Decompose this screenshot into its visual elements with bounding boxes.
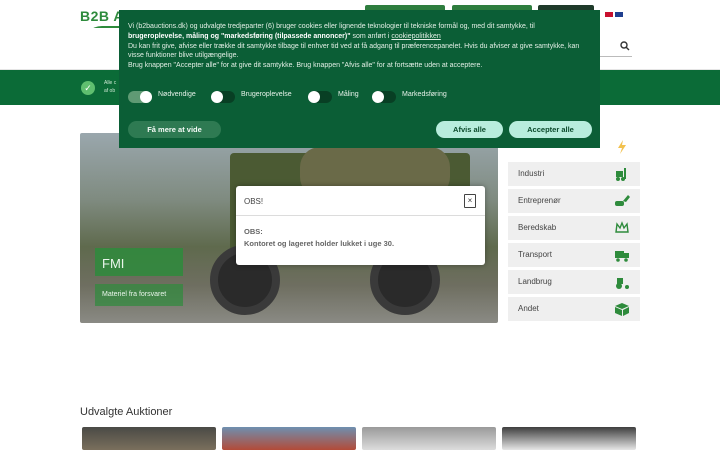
notice-modal: OBS! × OBS: Kontoret og lageret holder l…	[236, 186, 485, 265]
hero-title: FMI	[102, 256, 125, 271]
toggle-switch-user-experience[interactable]	[211, 91, 235, 103]
auction-thumbnail[interactable]	[222, 427, 356, 450]
reject-all-button[interactable]: Afvis alle	[436, 121, 503, 138]
search-icon[interactable]	[620, 41, 630, 51]
toggle-switch-marketing[interactable]	[372, 91, 396, 103]
cookie-toggles: Nødvendige Brugeroplevelse Måling Marked…	[128, 90, 588, 106]
site-logo[interactable]: B2B A	[80, 8, 124, 24]
category-item-entreprenor[interactable]: Entreprenør	[508, 189, 640, 213]
dk-flag-icon[interactable]	[605, 11, 613, 17]
learn-more-button[interactable]: Få mere at vide	[128, 121, 221, 138]
check-icon: ✓	[81, 81, 95, 95]
category-item-industri[interactable]: Industri	[508, 162, 640, 186]
modal-header: OBS! ×	[236, 186, 485, 216]
gb-flag-icon[interactable]	[615, 11, 623, 17]
auction-thumbnail[interactable]	[362, 427, 496, 450]
auction-thumbnail[interactable]	[82, 427, 216, 450]
truck-icon	[615, 251, 629, 262]
cookie-consent-banner: Vi (b2bauctions.dk) og udvalgte tredjepa…	[119, 10, 600, 148]
accept-all-button[interactable]: Accepter alle	[509, 121, 592, 138]
forklift-icon	[616, 168, 626, 181]
category-item-beredskab[interactable]: Beredskab	[508, 216, 640, 240]
category-item-landbrug[interactable]: Landbrug	[508, 270, 640, 294]
modal-body-message: Kontoret og lageret holder lukket i uge …	[244, 239, 395, 248]
bolt-icon	[618, 140, 626, 154]
section-title: Udvalgte Auktioner	[80, 406, 173, 418]
toggle-switch-measurement[interactable]	[308, 91, 332, 103]
category-list: Industri Entreprenør Beredskab Transport…	[508, 133, 640, 324]
cookie-policy-link[interactable]: cookiepolitikken	[391, 33, 440, 40]
modal-body-heading: OBS:	[244, 227, 263, 236]
auction-thumbnail[interactable]	[502, 427, 636, 450]
crown-icon	[615, 221, 629, 233]
box-icon	[615, 303, 629, 316]
category-item-andet[interactable]: Andet	[508, 297, 640, 321]
modal-title: OBS!	[244, 197, 264, 206]
tractor-icon	[616, 278, 629, 289]
excavator-icon	[615, 195, 630, 206]
close-icon[interactable]: ×	[464, 194, 476, 208]
language-selector[interactable]	[605, 11, 625, 18]
hero-subtitle: Materiel fra forsvaret	[102, 291, 167, 298]
cookie-text: Vi (b2bauctions.dk) og udvalgte tredjepa…	[128, 23, 580, 70]
toggle-switch-necessary[interactable]	[128, 91, 152, 103]
category-item-transport[interactable]: Transport	[508, 243, 640, 267]
modal-body: OBS: Kontoret og lageret holder lukket i…	[244, 226, 394, 250]
